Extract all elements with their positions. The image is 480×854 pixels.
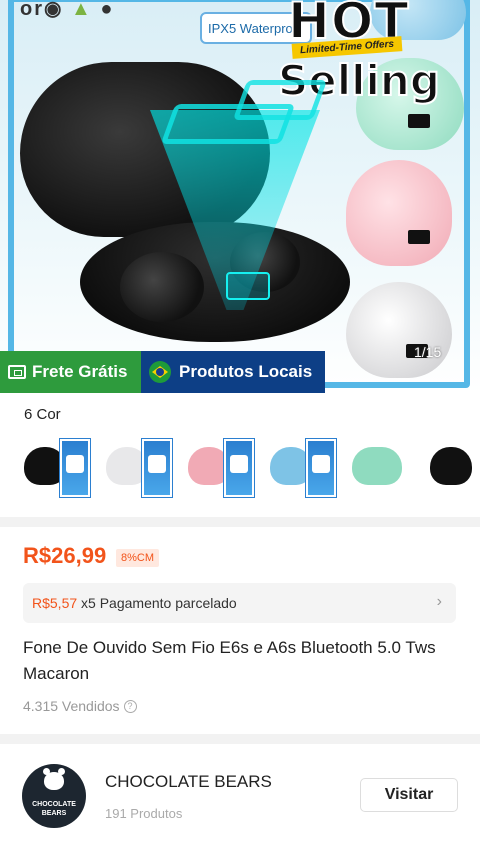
color-count-label: 6 Cor: [24, 406, 61, 423]
hologram-digit: [232, 80, 328, 120]
case-lcd: [226, 272, 270, 300]
local-products-label: Produtos Locais: [179, 362, 313, 381]
product-image-carousel[interactable]: or◉ ▲ ● IPX5 Waterpro HOT Limited-Time O…: [0, 0, 480, 393]
color-option[interactable]: [104, 435, 174, 501]
os-compat-icons: or◉ ▲ ●: [20, 0, 114, 21]
case-thumbnail: [430, 447, 472, 485]
store-logo-text: CHOCOLATE BEARS: [32, 801, 76, 817]
ios-icon: ◉: [44, 0, 64, 20]
case-thumbnail: [352, 447, 402, 485]
sold-count: 4.315 Vendidos ?: [23, 698, 137, 714]
color-selector: 6 Cor: [0, 393, 480, 517]
color-option[interactable]: [22, 435, 92, 501]
earbud-left: [120, 252, 204, 322]
color-option[interactable]: [268, 435, 338, 501]
store-product-count: 191 Produtos: [105, 806, 183, 821]
color-option[interactable]: [350, 435, 420, 501]
box-thumbnail: [224, 439, 254, 497]
box-thumbnail: [142, 439, 172, 497]
visit-store-button[interactable]: Visitar: [360, 778, 458, 812]
store-card: CHOCOLATE BEARS CHOCOLATE BEARS 191 Prod…: [0, 744, 480, 854]
chevron-right-icon: ›: [436, 593, 442, 610]
white-case-image: [346, 282, 452, 378]
truck-icon: [8, 365, 26, 379]
box-thumbnail: [306, 439, 336, 497]
pink-case-image: [346, 160, 452, 266]
product-title: Fone De Ouvido Sem Fio E6s e A6s Bluetoo…: [23, 638, 436, 683]
local-products-badge: Produtos Locais: [141, 351, 325, 393]
color-option[interactable]: [186, 435, 256, 501]
product-info: R$26,99 8%CM R$5,57 x5 Pagamento parcela…: [0, 527, 480, 734]
installment-amount: R$5,57: [32, 595, 78, 611]
sold-count-text: 4.315 Vendidos: [23, 698, 120, 714]
product-price: R$26,99: [23, 543, 107, 568]
os-text: or: [20, 0, 44, 20]
apple-icon: ●: [100, 0, 115, 20]
android-icon: ▲: [71, 0, 93, 20]
lcd-display: [408, 230, 430, 244]
lcd-display: [408, 114, 430, 128]
box-thumbnail: [60, 439, 90, 497]
store-logo[interactable]: CHOCOLATE BEARS: [22, 764, 86, 828]
store-name[interactable]: CHOCOLATE BEARS: [105, 772, 272, 792]
price-tag-badge: 8%CM: [116, 549, 160, 567]
installment-text: x5 Pagamento parcelado: [77, 595, 237, 611]
installment-row[interactable]: R$5,57 x5 Pagamento parcelado ›: [23, 583, 456, 623]
color-option[interactable]: [428, 435, 480, 501]
free-shipping-label: Frete Grátis: [32, 362, 128, 381]
free-shipping-badge: Frete Grátis: [0, 351, 141, 393]
bear-icon: [43, 768, 65, 790]
question-icon[interactable]: ?: [123, 699, 137, 713]
brazil-flag-icon: [149, 361, 171, 383]
image-counter: 1/15: [414, 344, 442, 360]
